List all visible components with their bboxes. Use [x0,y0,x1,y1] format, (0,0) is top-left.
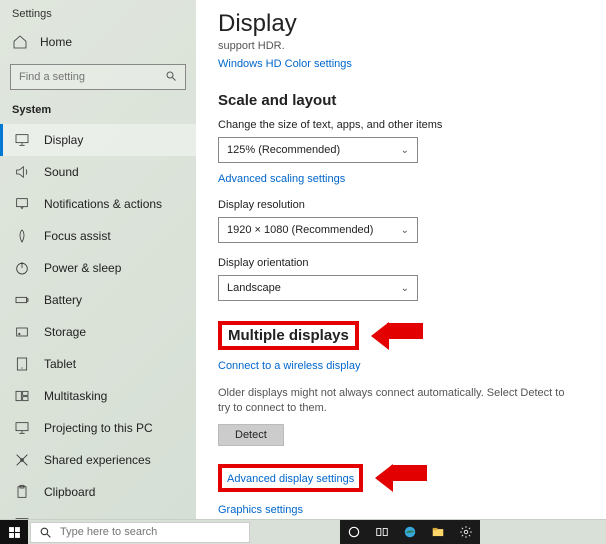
sidebar-item-battery[interactable]: Battery [0,284,196,316]
sidebar-item-label: Notifications & actions [44,197,162,211]
chevron-down-icon: ⌄ [401,225,409,236]
tablet-icon [14,356,30,372]
display-icon [14,132,30,148]
search-icon [39,526,52,539]
sidebar-item-label: Battery [44,293,82,307]
clipboard-icon [14,484,30,500]
focus-assist-icon [14,228,30,244]
scale-label: Change the size of text, apps, and other… [218,119,584,131]
sidebar-item-multitasking[interactable]: Multitasking [0,380,196,412]
sidebar-item-projecting-to-this-pc[interactable]: Projecting to this PC [0,412,196,444]
sidebar-item-clipboard[interactable]: Clipboard [0,476,196,508]
sidebar-item-label: Display [44,133,83,147]
older-displays-hint: Older displays might not always connect … [218,386,578,416]
sidebar-item-focus-assist[interactable]: Focus assist [0,220,196,252]
sidebar-item-storage[interactable]: Storage [0,316,196,348]
storage-icon [14,324,30,340]
sidebar-item-label: Focus assist [44,229,111,243]
annotation-arrow [371,322,423,350]
sidebar-item-label: Power & sleep [44,261,121,275]
sound-icon [14,164,30,180]
orientation-select[interactable]: Landscape ⌄ [218,275,418,301]
task-view-icon[interactable] [368,520,396,544]
notifications-actions-icon [14,196,30,212]
power-sleep-icon [14,260,30,276]
sidebar-item-sound[interactable]: Sound [0,156,196,188]
hdr-color-link[interactable]: Windows HD Color settings [218,58,352,70]
chevron-down-icon: ⌄ [401,145,409,156]
edge-icon[interactable] [396,520,424,544]
home-icon [12,34,28,50]
app-title: Settings [0,4,196,26]
advanced-scaling-link[interactable]: Advanced scaling settings [218,173,345,185]
explorer-icon[interactable] [424,520,452,544]
search-icon [165,70,177,85]
home-nav[interactable]: Home [0,26,196,58]
chevron-down-icon: ⌄ [401,283,409,294]
scale-value: 125% (Recommended) [227,144,340,156]
orientation-label: Display orientation [218,257,584,269]
battery-icon [14,292,30,308]
multiple-displays-heading: Multiple displays [228,327,349,344]
highlight-advanced-display: Advanced display settings [218,464,363,492]
taskbar-tray [340,520,480,544]
sidebar-item-shared-experiences[interactable]: Shared experiences [0,444,196,476]
hdr-subtext: support HDR. [218,40,584,52]
content-pane: Display support HDR. Windows HD Color se… [196,0,606,519]
section-label: System [0,100,196,124]
wireless-display-link[interactable]: Connect to a wireless display [218,360,360,372]
projecting-to-this-pc-icon [14,420,30,436]
highlight-multiple-displays: Multiple displays [218,321,359,350]
start-button[interactable] [0,520,28,544]
taskbar-search-input[interactable] [60,526,230,538]
home-label: Home [40,35,72,49]
sidebar-item-tablet[interactable]: Tablet [0,348,196,380]
sidebar-item-label: Sound [44,165,79,179]
resolution-label: Display resolution [218,199,584,211]
scale-heading: Scale and layout [218,92,584,109]
scale-select[interactable]: 125% (Recommended) ⌄ [218,137,418,163]
page-title: Display [218,10,584,38]
sidebar-search[interactable] [10,64,186,90]
settings-taskbar-icon[interactable] [452,520,480,544]
multitasking-icon [14,388,30,404]
shared-experiences-icon [14,452,30,468]
resolution-select[interactable]: 1920 × 1080 (Recommended) ⌄ [218,217,418,243]
advanced-display-link[interactable]: Advanced display settings [227,473,354,485]
resolution-value: 1920 × 1080 (Recommended) [227,224,373,236]
sidebar-item-label: Projecting to this PC [44,421,153,435]
sidebar-item-label: Clipboard [44,485,95,499]
orientation-value: Landscape [227,282,281,294]
settings-sidebar: Settings Home System Display Sound Notific… [0,0,196,519]
taskbar [0,519,606,544]
sidebar-item-label: Storage [44,325,86,339]
sidebar-item-label: Tablet [44,357,76,371]
sidebar-item-power-sleep[interactable]: Power & sleep [0,252,196,284]
sidebar-item-notifications-actions[interactable]: Notifications & actions [0,188,196,220]
sidebar-item-display[interactable]: Display [0,124,196,156]
sidebar-item-label: Multitasking [44,389,107,403]
cortana-icon[interactable] [340,520,368,544]
annotation-arrow [375,464,427,492]
detect-button[interactable]: Detect [218,424,284,446]
taskbar-search[interactable] [30,522,250,543]
sidebar-item-label: Shared experiences [44,453,151,467]
graphics-settings-link[interactable]: Graphics settings [218,504,303,516]
search-input[interactable] [19,71,159,83]
